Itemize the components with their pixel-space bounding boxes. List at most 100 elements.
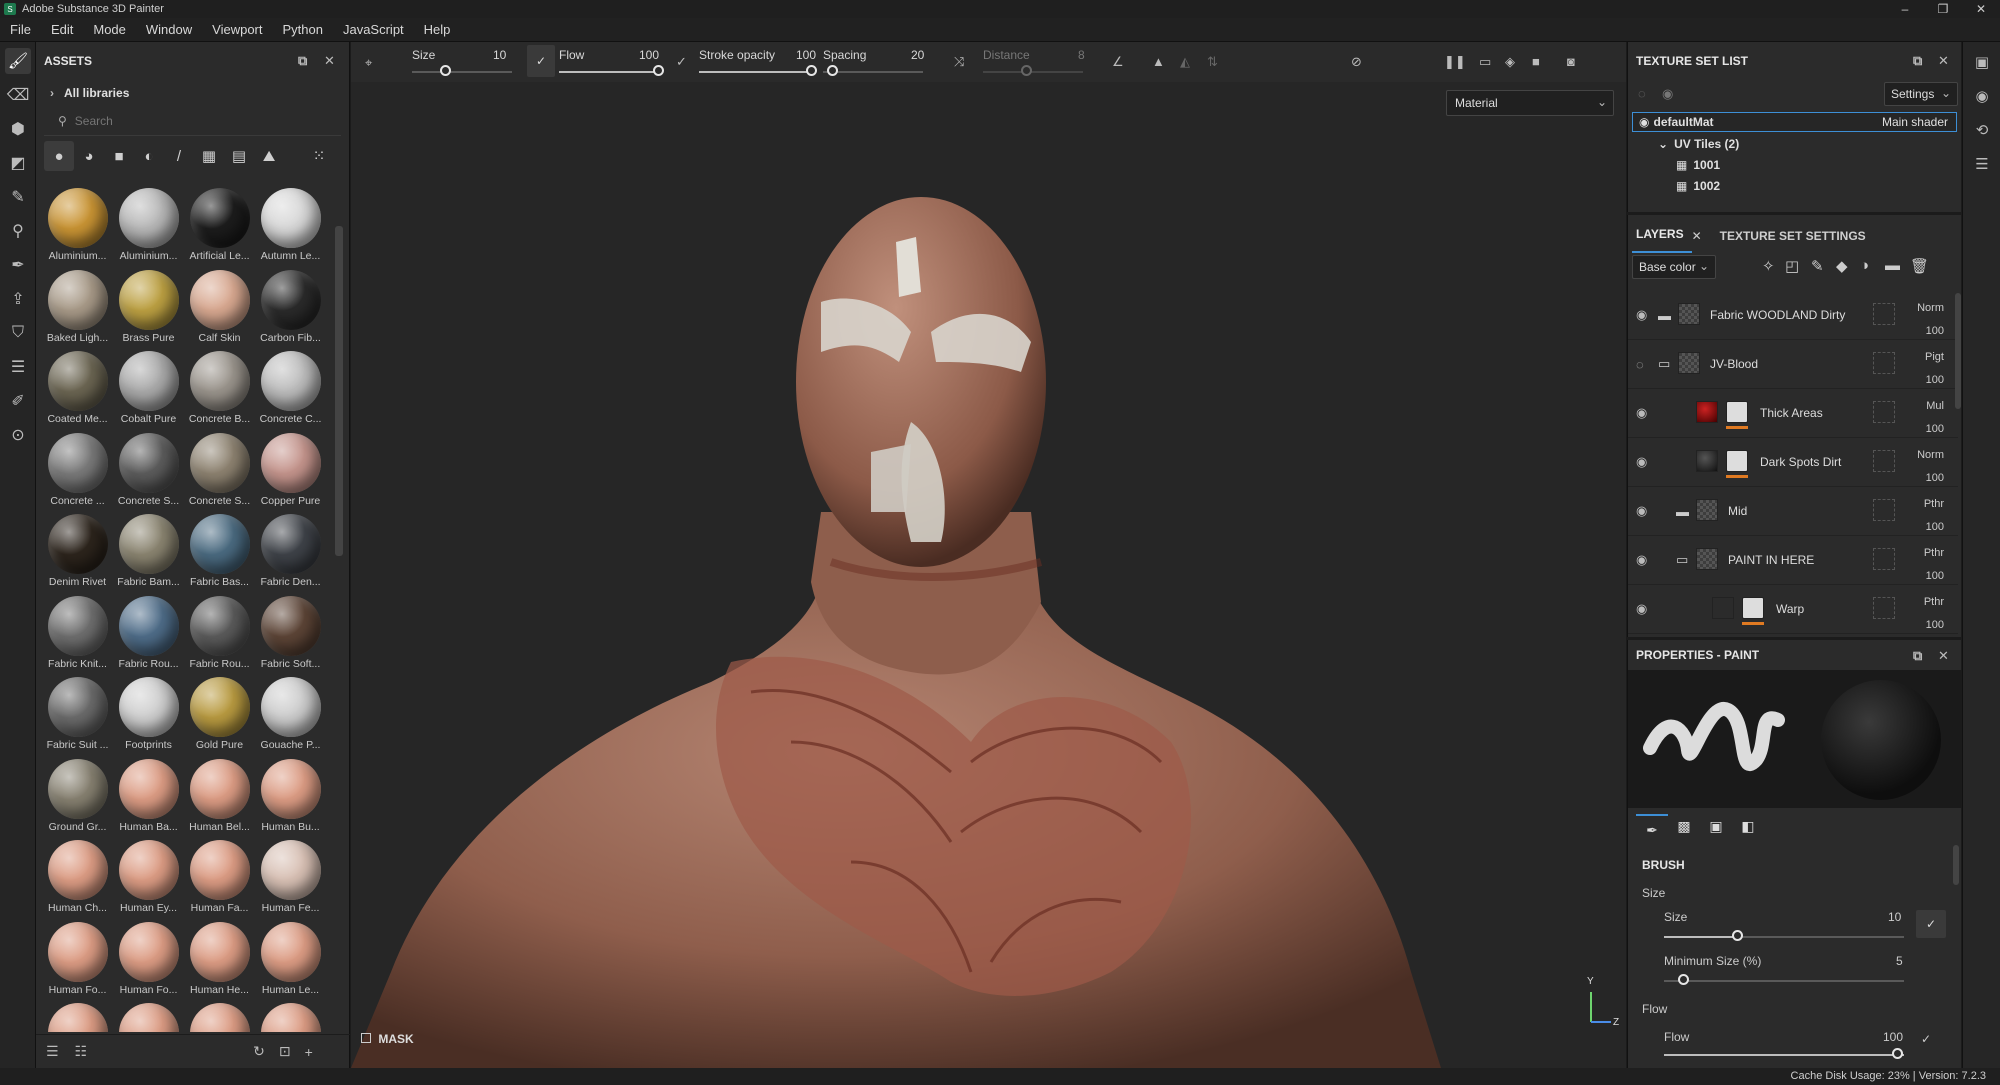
layer-name[interactable]: Thick Areas bbox=[1760, 406, 1823, 420]
layer-row[interactable]: ◉ Dark Spots Dirt Norm 100 bbox=[1628, 438, 1958, 487]
folder-icon[interactable]: ▭ bbox=[1676, 552, 1688, 568]
asset-item[interactable] bbox=[184, 999, 255, 1032]
hide-icon[interactable]: ◌ bbox=[1638, 86, 1646, 101]
blend-mode-select[interactable]: Norm bbox=[1917, 297, 1944, 320]
properties-scrollbar[interactable] bbox=[1953, 845, 1959, 885]
folder-icon[interactable]: ▬ bbox=[1676, 504, 1689, 519]
add-fill-layer-icon[interactable]: ◆ bbox=[1836, 257, 1848, 275]
undock-icon[interactable]: ⧉ bbox=[1913, 53, 1922, 69]
video-camera-icon[interactable]: ■ bbox=[1532, 54, 1540, 69]
asset-item[interactable]: Cobalt Pure bbox=[113, 347, 184, 429]
asset-item[interactable]: Human Fe... bbox=[255, 836, 326, 918]
size-pressure-icon[interactable]: ✓ bbox=[527, 45, 555, 77]
tb-distance-slider[interactable] bbox=[983, 71, 1083, 73]
asset-item[interactable]: Human Le... bbox=[255, 918, 326, 1000]
tb-size-slider[interactable] bbox=[412, 71, 512, 73]
menu-window[interactable]: Window bbox=[136, 22, 202, 37]
prop-size-knob[interactable] bbox=[1732, 930, 1743, 941]
eye-icon[interactable]: ◌ bbox=[1636, 357, 1644, 372]
tb-stroke-knob[interactable] bbox=[806, 65, 817, 76]
asset-item[interactable]: Calf Skin bbox=[184, 266, 255, 348]
stencil-tab-icon[interactable]: ▣ bbox=[1700, 818, 1732, 835]
assets-scrollbar[interactable] bbox=[335, 226, 343, 556]
add-mask-icon[interactable]: ◰ bbox=[1785, 257, 1799, 275]
lazy-mouse-icon[interactable]: ⤨ bbox=[954, 54, 964, 70]
asset-item[interactable] bbox=[255, 999, 326, 1032]
asset-item[interactable] bbox=[113, 999, 184, 1032]
smart-material-filter-icon[interactable]: ◕ bbox=[74, 141, 104, 171]
ruler-icon[interactable]: ⛉ bbox=[5, 320, 31, 346]
asset-item[interactable]: Fabric Bas... bbox=[184, 510, 255, 592]
blend-mode-select[interactable]: Pthr bbox=[1924, 493, 1944, 516]
material-tab-icon[interactable]: ◧ bbox=[1732, 818, 1764, 835]
folder-icon[interactable]: ▭ bbox=[1658, 356, 1670, 372]
shader-settings-icon[interactable]: ◉ bbox=[1970, 84, 1994, 108]
log-icon[interactable]: ☰ bbox=[1970, 152, 1994, 176]
menu-file[interactable]: File bbox=[0, 22, 41, 37]
asset-item[interactable]: Concrete ... bbox=[42, 429, 113, 511]
asset-item[interactable]: Copper Pure bbox=[255, 429, 326, 511]
layer-row[interactable]: ◉ ▬ Mid Pthr 100 bbox=[1628, 487, 1958, 536]
view-2d-icon[interactable]: ▭ bbox=[1479, 54, 1491, 70]
asset-item[interactable]: Ground Gr... bbox=[42, 755, 113, 837]
mask-filter-icon[interactable]: ■ bbox=[104, 141, 134, 171]
settings-dropdown[interactable]: Settings ⌄ bbox=[1884, 82, 1958, 106]
eye-icon[interactable]: ◉ bbox=[1639, 115, 1649, 129]
layer-name[interactable]: PAINT IN HERE bbox=[1728, 553, 1814, 567]
layer-row[interactable]: ◉ Thick Areas Mul 100 bbox=[1628, 389, 1958, 438]
asset-item[interactable]: Autumn Le... bbox=[255, 184, 326, 266]
brush-filter-icon[interactable]: / bbox=[164, 141, 194, 171]
layers-scrollbar[interactable] bbox=[1955, 293, 1961, 409]
asset-item[interactable]: Concrete B... bbox=[184, 347, 255, 429]
layer-row[interactable]: ◉ ▭ PAINT IN HERE Pthr 100 bbox=[1628, 536, 1958, 585]
history-icon[interactable]: ⟲ bbox=[1970, 118, 1994, 142]
close-panel-icon[interactable]: ✕ bbox=[1938, 53, 1949, 69]
menu-python[interactable]: Python bbox=[272, 22, 332, 37]
prop-flow-knob[interactable] bbox=[1892, 1048, 1903, 1059]
undock-icon[interactable]: ⧉ bbox=[1913, 648, 1922, 664]
tb-flow-slider[interactable] bbox=[559, 71, 659, 73]
asset-item[interactable]: Baked Ligh... bbox=[42, 266, 113, 348]
asset-item[interactable]: Human Ba... bbox=[113, 755, 184, 837]
clone-stamp-icon[interactable]: ⚲ bbox=[5, 218, 31, 244]
bake-icon[interactable]: ⇪ bbox=[5, 286, 31, 312]
layer-row[interactable]: ◉ Warp Pthr 100 bbox=[1628, 585, 1958, 634]
projection-icon[interactable]: ⬢ bbox=[5, 116, 31, 142]
layer-thumbnail[interactable] bbox=[1696, 548, 1718, 570]
layer-effect-slot[interactable] bbox=[1873, 401, 1895, 423]
layer-thumbnail[interactable] bbox=[1678, 303, 1700, 325]
layer-effect-slot[interactable] bbox=[1873, 450, 1895, 472]
lens-icon[interactable]: ⊙ bbox=[5, 422, 31, 448]
maximize-icon[interactable]: ❐ bbox=[1924, 0, 1962, 18]
polygon-fill-icon[interactable]: ◩ bbox=[5, 150, 31, 176]
asset-item[interactable]: Human Bel... bbox=[184, 755, 255, 837]
tb-spacing-knob[interactable] bbox=[827, 65, 838, 76]
tb-distance-knob[interactable] bbox=[1021, 65, 1032, 76]
eye-icon[interactable]: ◉ bbox=[1636, 405, 1647, 421]
brush-tab-icon[interactable]: ✒ bbox=[1636, 813, 1668, 839]
environment-filter-icon[interactable]: ⛰ bbox=[254, 141, 284, 171]
asset-item[interactable]: Footprints bbox=[113, 673, 184, 755]
asset-item[interactable]: Human Fa... bbox=[184, 836, 255, 918]
blend-mode-select[interactable]: Mul bbox=[1926, 395, 1944, 418]
asset-item[interactable]: Aluminium... bbox=[42, 184, 113, 266]
uv-tile-1001[interactable]: ▦ 1001 bbox=[1676, 155, 1957, 175]
add-paint-layer-icon[interactable]: ✎ bbox=[1811, 257, 1824, 275]
blend-mode-select[interactable]: Pigt bbox=[1925, 346, 1944, 369]
refresh-icon[interactable]: ↻ bbox=[253, 1043, 265, 1060]
minsize-knob[interactable] bbox=[1678, 974, 1689, 985]
tb-spacing-slider[interactable] bbox=[823, 71, 923, 73]
asset-item[interactable]: Coated Me... bbox=[42, 347, 113, 429]
menu-edit[interactable]: Edit bbox=[41, 22, 83, 37]
alpha-tab-icon[interactable]: ▩ bbox=[1668, 818, 1700, 835]
search-input[interactable] bbox=[74, 113, 325, 128]
layer-effect-slot[interactable] bbox=[1873, 597, 1895, 619]
menu-help[interactable]: Help bbox=[414, 22, 461, 37]
layer-thumbnail[interactable] bbox=[1678, 352, 1700, 374]
layer-effect-slot[interactable] bbox=[1873, 499, 1895, 521]
asset-item[interactable]: Human Fo... bbox=[113, 918, 184, 1000]
layer-effect-slot[interactable] bbox=[1873, 548, 1895, 570]
asset-item[interactable]: Carbon Fib... bbox=[255, 266, 326, 348]
asset-item[interactable]: Artificial Le... bbox=[184, 184, 255, 266]
list-view-icon[interactable]: ☰ bbox=[46, 1043, 59, 1060]
